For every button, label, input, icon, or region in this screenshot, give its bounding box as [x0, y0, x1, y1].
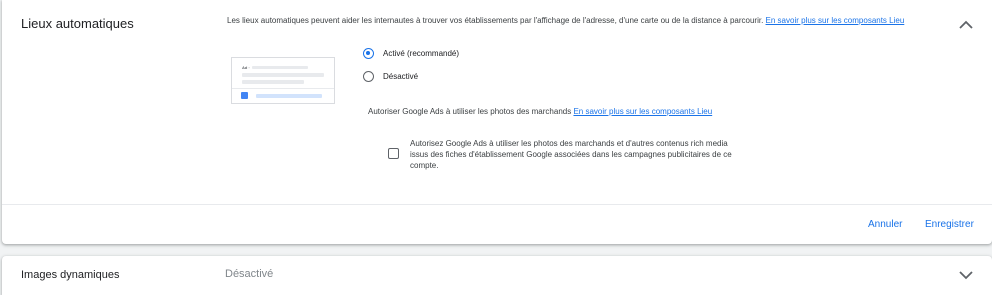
merchant-photos-label: Autoriser Google Ads à utiliser les phot…	[368, 107, 572, 116]
preview-divider	[232, 88, 334, 89]
dynamic-images-panel[interactable]: Images dynamiques Désactivé	[2, 256, 992, 295]
save-button[interactable]: Enregistrer	[925, 219, 974, 230]
preview-location-line	[256, 94, 322, 98]
auto-locations-description: Les lieux automatiques peuvent aider les…	[227, 15, 927, 26]
radio-option-enabled[interactable]: Activé (recommandé)	[363, 48, 459, 59]
expand-button[interactable]	[954, 263, 978, 287]
setting-value: Désactivé	[225, 268, 274, 280]
preview-line	[242, 80, 304, 84]
radio-button-disabled[interactable]	[363, 71, 374, 82]
ad-preview-label: Ad ·	[242, 65, 250, 70]
cancel-button[interactable]: Annuler	[868, 219, 902, 230]
preview-line	[242, 73, 324, 77]
merchant-photos-learn-more-link[interactable]: En savoir plus sur les composants Lieu	[573, 107, 712, 116]
chevron-up-icon	[959, 20, 973, 29]
radio-label-enabled: Activé (recommandé)	[383, 49, 460, 58]
merchant-photos-checkbox[interactable]	[388, 148, 399, 159]
radio-option-disabled[interactable]: Désactivé	[363, 71, 418, 82]
location-pin-icon	[241, 92, 248, 99]
auto-locations-panel: Lieux automatiques Les lieux automatique…	[2, 0, 992, 244]
preview-line	[252, 66, 308, 69]
radio-button-enabled[interactable]	[363, 48, 374, 59]
actions-divider	[2, 204, 992, 205]
panel-title: Lieux automatiques	[21, 16, 134, 31]
ad-preview-illustration: Ad ·	[231, 57, 335, 104]
radio-label-disabled: Désactivé	[383, 72, 419, 81]
chevron-down-icon	[959, 270, 973, 279]
learn-more-link[interactable]: En savoir plus sur les composants Lieu	[766, 16, 905, 25]
description-text: Les lieux automatiques peuvent aider les…	[227, 16, 764, 25]
collapse-button[interactable]	[954, 12, 978, 36]
panel-title: Images dynamiques	[21, 269, 120, 281]
merchant-photos-setting: Autoriser Google Ads à utiliser les phot…	[368, 106, 728, 117]
merchant-photos-checkbox-label: Autorisez Google Ads à utiliser les phot…	[410, 139, 732, 170]
